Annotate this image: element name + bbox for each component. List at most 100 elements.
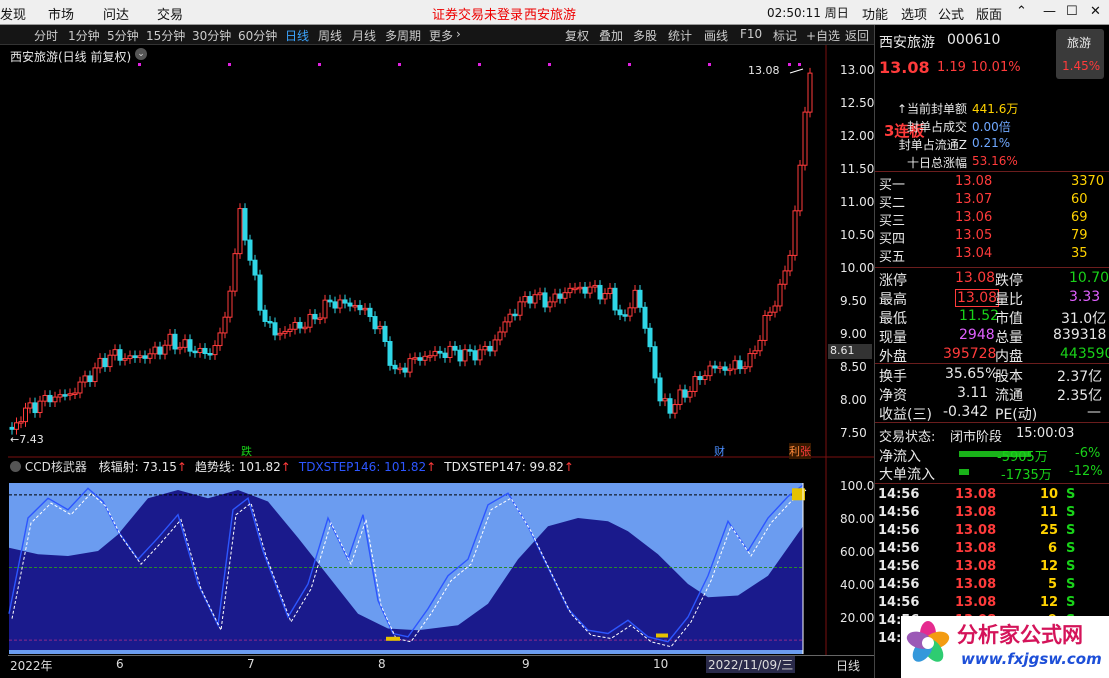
candle-down	[267, 320, 273, 324]
candle-up	[572, 287, 578, 291]
signal-marker	[386, 636, 400, 641]
chart-area[interactable]: 西安旅游(日线 前复权) ⌄ 13.08 ←7.43 8.61 跌 财 利张 C…	[8, 45, 882, 673]
candle-up	[502, 321, 508, 333]
period-fenshi[interactable]: 分时	[34, 27, 58, 44]
tick-volume: 10	[1040, 487, 1059, 502]
price-axis-label: 9.50	[840, 294, 867, 308]
candle-up	[632, 289, 638, 309]
candle-down	[657, 377, 663, 402]
close-icon[interactable]: ✕	[1090, 4, 1101, 19]
candle-down	[357, 304, 363, 311]
stat-label: PE(动)	[995, 407, 1038, 423]
menu-function[interactable]: 功能	[862, 4, 888, 23]
period-weekly[interactable]: 周线	[318, 27, 342, 44]
chevron-right-icon[interactable]: ›	[456, 27, 461, 41]
menu-trade[interactable]: 交易	[157, 4, 183, 23]
menu-market[interactable]: 市场	[48, 4, 74, 23]
stat-label: 股本	[995, 369, 1023, 385]
period-5min[interactable]: 5分钟	[107, 27, 139, 44]
top-dot-marker	[788, 63, 791, 66]
candle-up	[492, 339, 498, 352]
seal-row: 封单占流通Z 0.21%	[875, 135, 1109, 153]
bid-row[interactable]: 买四 13.05 79	[875, 227, 1109, 247]
menu-formula[interactable]: 公式	[938, 4, 964, 23]
bid-row[interactable]: 买二 13.07 60	[875, 191, 1109, 211]
period-60min[interactable]: 60分钟	[238, 27, 277, 44]
candle-up	[802, 111, 808, 166]
indicator-name[interactable]: CCD核武器	[25, 460, 87, 474]
bid-row[interactable]: 买三 13.06 69	[875, 209, 1109, 229]
period-tag[interactable]: 日线	[836, 657, 860, 674]
candle-up	[677, 389, 683, 406]
stat2-row: 换手 35.65% 股本 2.37亿	[875, 365, 1109, 385]
indicator-axis: 100.00 80.00 60.00 40.00 20.00	[836, 479, 882, 659]
clock: 02:50:11 周日	[767, 6, 849, 20]
tool-multi-stock[interactable]: 多股	[633, 27, 657, 44]
menu-layout[interactable]: 版面	[976, 4, 1002, 23]
tick-price: 13.08	[955, 577, 997, 592]
stat-value: 2.37亿	[1057, 369, 1103, 385]
period-1min[interactable]: 1分钟	[68, 27, 100, 44]
candle-up	[92, 367, 98, 383]
tool-add-watch[interactable]: +自选	[806, 27, 840, 44]
sector-box[interactable]: 旅游 1.45%	[1056, 29, 1104, 79]
event-marker-fall[interactable]: 跌	[241, 443, 252, 459]
flow-pct: -12%	[1069, 464, 1103, 479]
menu-discover[interactable]: 发现	[0, 4, 26, 23]
maximize-icon[interactable]: ☐	[1066, 4, 1078, 19]
event-marker-finance[interactable]: 财	[714, 443, 725, 459]
cursor-date: 2022/11/09/三	[706, 656, 796, 673]
sector-name: 旅游	[1067, 36, 1092, 50]
tool-back[interactable]: 返回	[845, 27, 869, 44]
candle-down	[207, 353, 213, 356]
candle-up	[322, 299, 328, 319]
indicator-menu-icon[interactable]	[10, 461, 21, 472]
period-more[interactable]: 更多	[429, 27, 453, 44]
stat-row: 最高 13.08 量比 3.33	[875, 288, 1109, 308]
kline-canvas[interactable]	[8, 45, 874, 673]
candle-down	[682, 389, 688, 398]
event-marker-profit-rise[interactable]: 利张	[789, 443, 811, 459]
candle-down	[697, 376, 703, 381]
menu-wenda[interactable]: 问达	[103, 4, 129, 23]
chevron-down-icon[interactable]: ⌄	[135, 48, 147, 60]
divider	[875, 422, 1109, 423]
period-15min[interactable]: 15分钟	[146, 27, 185, 44]
top-dot-marker	[798, 63, 801, 66]
minimize-icon[interactable]: —	[1043, 4, 1056, 19]
candle-up	[42, 394, 48, 402]
date-axis: 2022年 6 7 8 9 10 2022/11/09/三 日线	[8, 655, 874, 673]
candle-up	[112, 349, 118, 356]
flow-pct: -6%	[1075, 446, 1101, 461]
candle-down	[382, 325, 388, 343]
menu-bar: 发现 市场 问达 交易 证券交易未登录 西安旅游 02:50:11 周日 功能 …	[0, 0, 1109, 25]
period-monthly[interactable]: 月线	[352, 27, 376, 44]
tool-f10[interactable]: F10	[740, 27, 762, 41]
tool-overlay[interactable]: 叠加	[599, 27, 623, 44]
candle-down	[252, 259, 258, 276]
price-axis-label: 11.00	[840, 195, 875, 209]
bid-row[interactable]: 买五 13.04 35	[875, 245, 1109, 265]
login-notice[interactable]: 证券交易未登录	[432, 4, 523, 23]
chevron-up-icon[interactable]: ⌃	[1016, 4, 1027, 19]
candle-up	[592, 284, 598, 288]
stat-value: 13.08	[955, 289, 1000, 307]
candle-up	[67, 393, 73, 396]
top-dot-marker	[628, 63, 631, 66]
bid-row[interactable]: 买一 13.08 3370	[875, 173, 1109, 193]
candle-up	[227, 290, 233, 318]
tool-mark[interactable]: 标记	[773, 27, 797, 44]
candle-up	[107, 354, 113, 368]
menu-options[interactable]: 选项	[901, 4, 927, 23]
tool-fuquan[interactable]: 复权	[565, 27, 589, 44]
period-multi[interactable]: 多周期	[385, 27, 421, 44]
candle-up	[397, 367, 403, 371]
price-change-pct: 10.01%	[971, 60, 1021, 75]
seal-value: 0.00倍	[972, 120, 1011, 134]
period-daily[interactable]: 日线	[285, 27, 309, 44]
tool-stats[interactable]: 统计	[668, 27, 692, 44]
candle-up	[587, 286, 593, 294]
watermark-brand: 分析家公式网	[957, 623, 1083, 647]
period-30min[interactable]: 30分钟	[192, 27, 231, 44]
tool-draw[interactable]: 画线	[704, 27, 728, 44]
